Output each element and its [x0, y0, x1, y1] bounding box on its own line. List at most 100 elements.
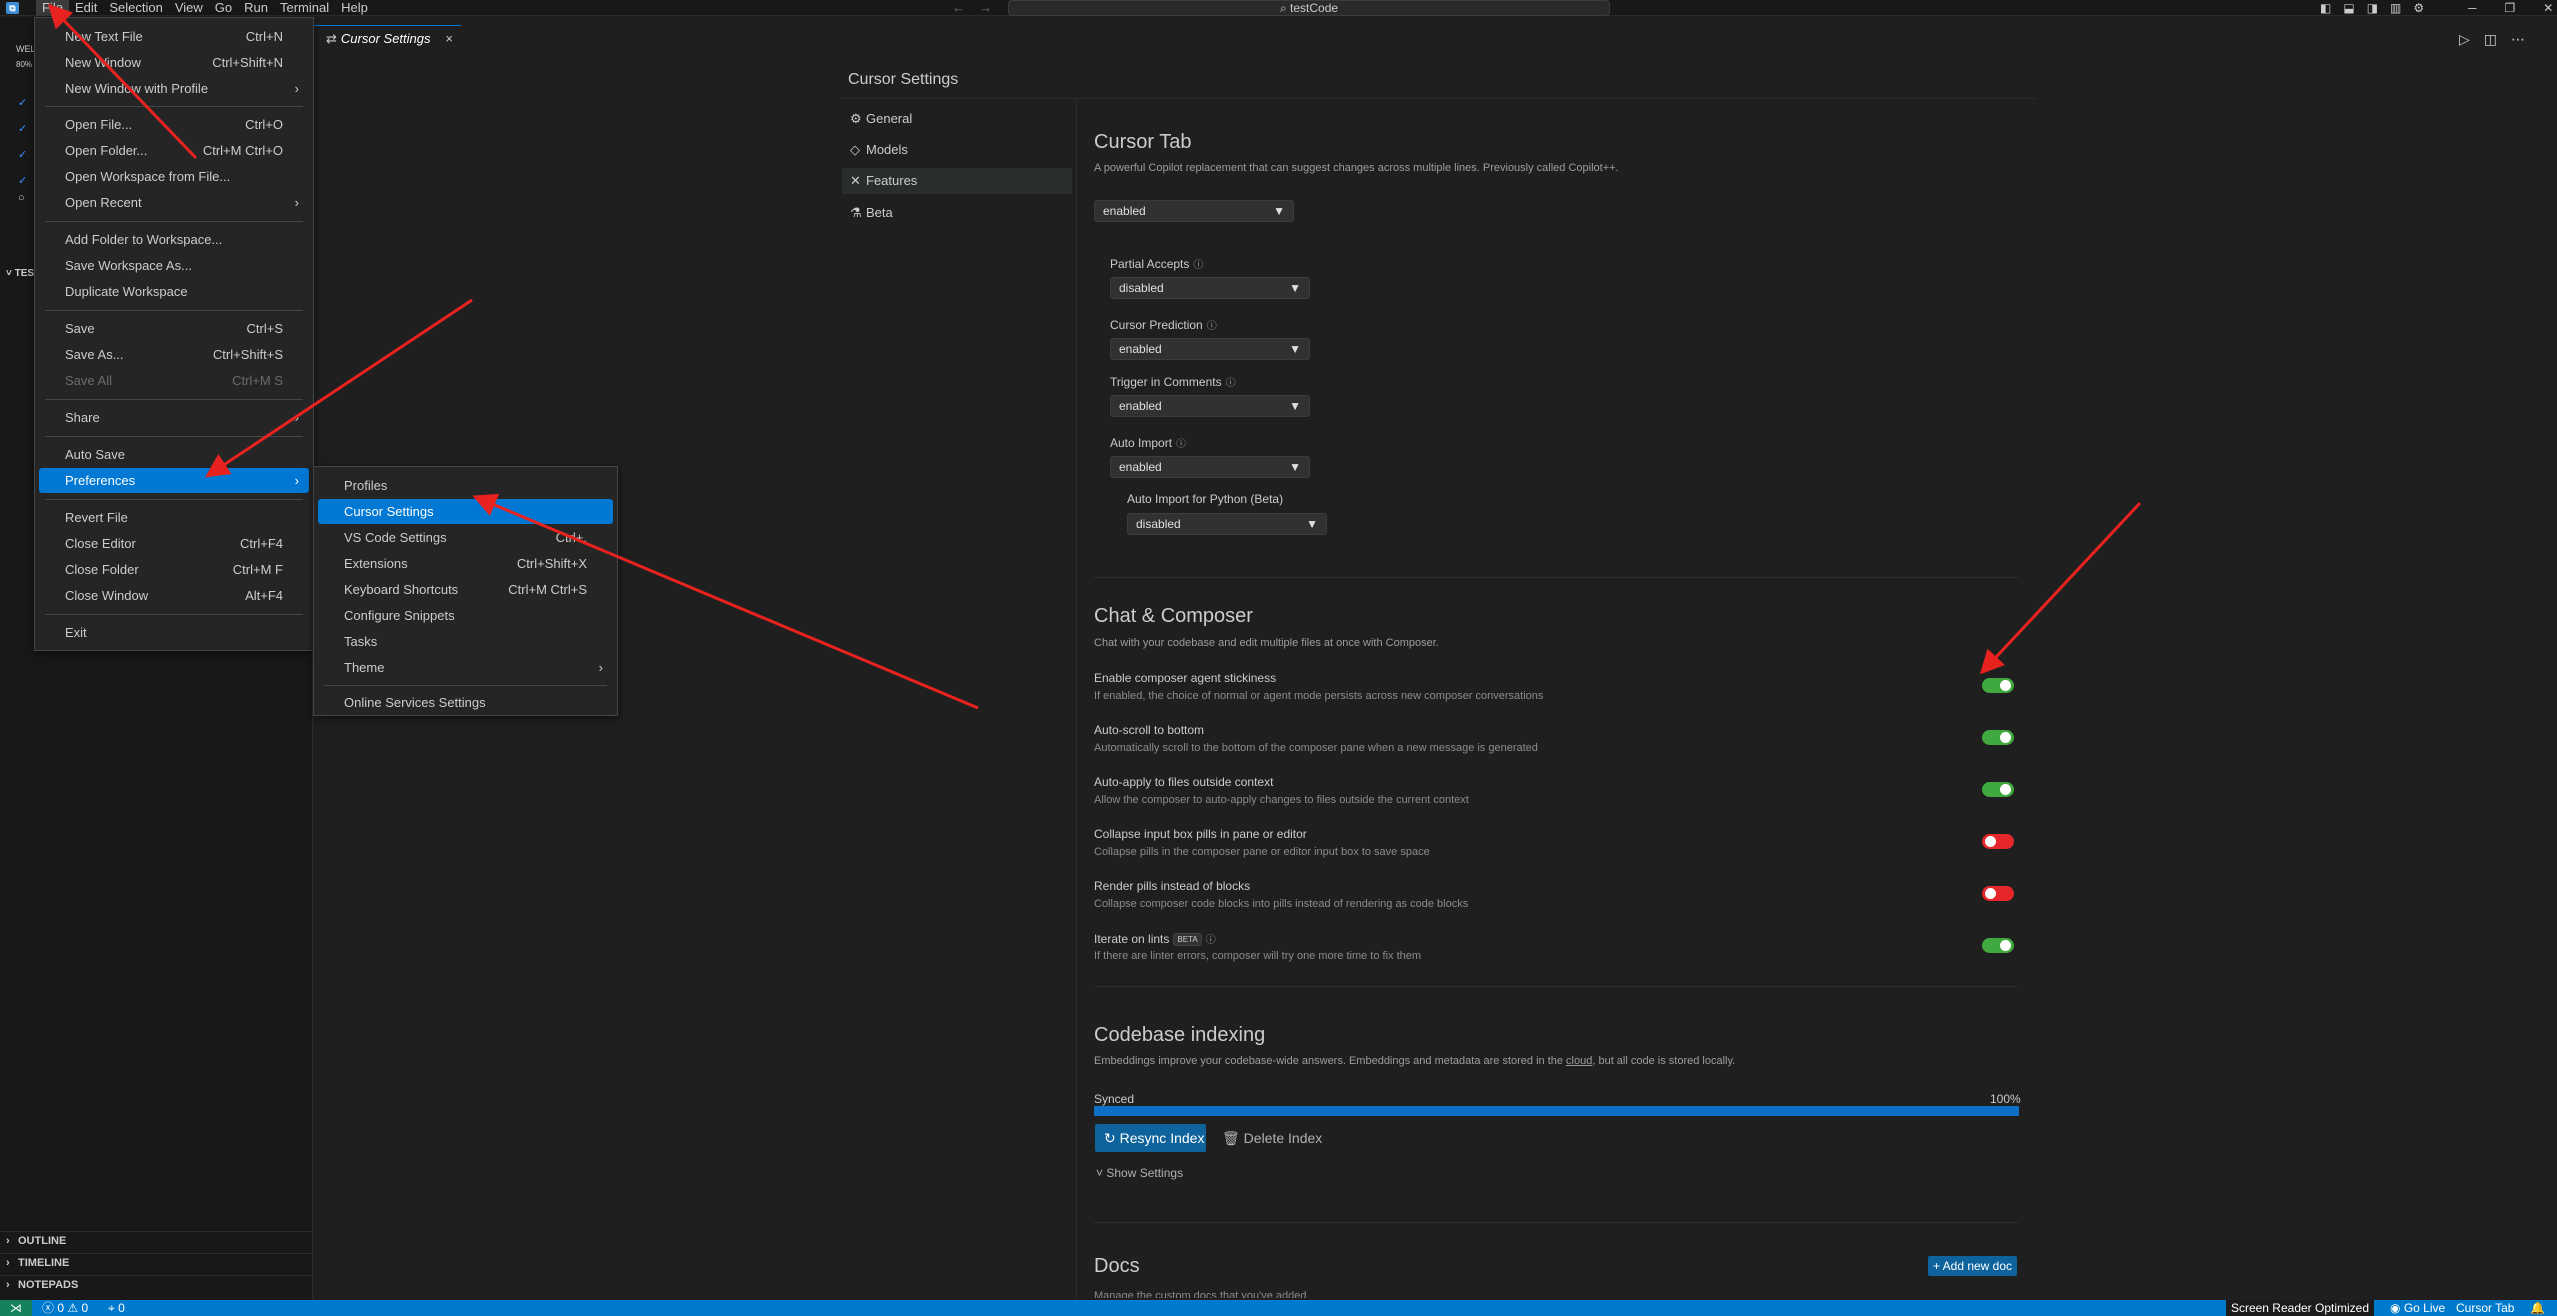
customize-layout-icon[interactable]: ▥	[2390, 0, 2401, 16]
menu-item-close-window[interactable]: Close Window Alt+F4	[39, 583, 309, 608]
option-title: Iterate on lints BETA ⓘ	[1094, 932, 1216, 947]
menu-item-save[interactable]: Save Ctrl+S	[39, 316, 309, 341]
info-icon[interactable]: ⓘ	[1193, 260, 1203, 271]
settings-nav-general[interactable]: ⚙ General	[842, 106, 1072, 132]
iterate-lints-toggle[interactable]	[1982, 938, 2014, 953]
menu-item-share[interactable]: Share ›	[39, 405, 309, 430]
screen-reader-status[interactable]: Screen Reader Optimized	[2226, 1300, 2374, 1316]
resync-index-button[interactable]: ↻ Resync Index	[1095, 1124, 1206, 1152]
toggle-secondary-sidebar-icon[interactable]: ◨	[2367, 0, 2378, 16]
outline-section[interactable]: › OUTLINE	[0, 1231, 313, 1250]
menu-edit[interactable]: Edit	[69, 0, 103, 16]
auto-import-python-select[interactable]: disabled ▼	[1127, 513, 1327, 535]
menu-item-open-file[interactable]: Open File... Ctrl+O	[39, 112, 309, 137]
toggle-sidebar-icon[interactable]: ◧	[2320, 0, 2331, 16]
cursor-tab-status[interactable]: Cursor Tab	[2456, 1300, 2514, 1316]
partial-accepts-select[interactable]: disabled ▼	[1110, 277, 1310, 299]
menu-item-theme[interactable]: Theme ›	[318, 655, 613, 680]
toggle-panel-icon[interactable]: ⬓	[2343, 0, 2354, 16]
cursor-prediction-select[interactable]: enabled ▼	[1110, 338, 1310, 360]
menu-item-auto-save[interactable]: Auto Save	[39, 442, 309, 467]
remote-icon[interactable]: ⋊	[0, 1300, 32, 1316]
chevron-right-icon: ›	[294, 81, 299, 96]
menu-item-save-as[interactable]: Save As... Ctrl+Shift+S	[39, 342, 309, 367]
settings-nav-beta[interactable]: ⚗ Beta	[842, 200, 1072, 226]
split-editor-icon[interactable]: ◫	[2484, 31, 2511, 47]
menu-item-preferences[interactable]: Preferences ›	[39, 468, 309, 493]
info-icon[interactable]: ⓘ	[1207, 321, 1217, 332]
forward-arrow-icon[interactable]: →	[979, 0, 1006, 15]
menu-item-revert-file[interactable]: Revert File	[39, 505, 309, 530]
auto-scroll-toggle[interactable]	[1982, 730, 2014, 745]
menu-item-open-workspace[interactable]: Open Workspace from File...	[39, 164, 309, 189]
collapse-pills-toggle[interactable]	[1982, 834, 2014, 849]
render-pills-toggle[interactable]	[1982, 886, 2014, 901]
minimize-icon[interactable]: ─	[2468, 0, 2477, 16]
back-arrow-icon[interactable]: ←	[952, 0, 979, 15]
menu-item-cursor-settings[interactable]: Cursor Settings	[318, 499, 613, 524]
bell-icon[interactable]: 🔔	[2530, 1300, 2545, 1316]
layout-controls: ◧ ⬓ ◨ ▥ ⚙	[2320, 0, 2424, 16]
menu-item-open-recent[interactable]: Open Recent ›	[39, 190, 309, 215]
menu-item-close-folder[interactable]: Close Folder Ctrl+M F	[39, 557, 309, 582]
auto-import-python-label: Auto Import for Python (Beta)	[1127, 492, 1284, 506]
menu-item-profiles[interactable]: Profiles	[318, 473, 613, 498]
cloud-link[interactable]: cloud	[1566, 1055, 1592, 1067]
menu-run[interactable]: Run	[238, 0, 274, 16]
info-icon[interactable]: ⓘ	[1206, 935, 1216, 946]
command-center-search[interactable]: ⌕ testCode	[1008, 0, 1610, 16]
ports-status[interactable]: ⌖ 0	[108, 1300, 125, 1316]
menu-item-new-window-profile[interactable]: New Window with Profile ›	[39, 76, 309, 101]
menu-item-duplicate-workspace[interactable]: Duplicate Workspace	[39, 279, 309, 304]
tab-cursor-settings[interactable]: ⇄ Cursor Settings ×	[314, 25, 461, 53]
vscode-logo-icon[interactable]: ⧉	[6, 2, 19, 14]
menu-item-new-text-file[interactable]: New Text File Ctrl+N	[39, 24, 309, 49]
go-live-status[interactable]: ◉ Go Live	[2390, 1300, 2445, 1316]
menu-item-extensions[interactable]: Extensions Ctrl+Shift+X	[318, 551, 613, 576]
nav-arrows: ←→	[952, 0, 1006, 16]
menu-item-exit[interactable]: Exit	[39, 620, 309, 645]
menu-item-online-services[interactable]: Online Services Settings	[318, 690, 613, 715]
menu-help[interactable]: Help	[335, 0, 374, 16]
info-icon[interactable]: ⓘ	[1226, 378, 1236, 389]
problems-status[interactable]: ⓧ 0 ⚠ 0	[42, 1300, 88, 1316]
settings-gear-icon[interactable]: ⚙	[2413, 0, 2424, 16]
close-window-icon[interactable]: ✕	[2543, 0, 2553, 16]
close-icon[interactable]: ×	[445, 26, 453, 52]
cursor-tab-select[interactable]: enabled ▼	[1094, 200, 1294, 222]
explorer-section-peek[interactable]: ˅ TES	[6, 268, 34, 279]
trigger-in-comments-select[interactable]: enabled ▼	[1110, 395, 1310, 417]
menu-item-close-editor[interactable]: Close Editor Ctrl+F4	[39, 531, 309, 556]
add-new-doc-button[interactable]: + Add new doc	[1928, 1256, 2017, 1276]
menu-item-add-folder[interactable]: Add Folder to Workspace...	[39, 227, 309, 252]
option-desc: If enabled, the choice of normal or agen…	[1094, 690, 1544, 702]
menu-selection[interactable]: Selection	[103, 0, 168, 16]
menu-item-new-window[interactable]: New Window Ctrl+Shift+N	[39, 50, 309, 75]
auto-apply-toggle[interactable]	[1982, 782, 2014, 797]
notepads-section[interactable]: › NOTEPADS	[0, 1275, 313, 1294]
menu-item-vscode-settings[interactable]: VS Code Settings Ctrl+,	[318, 525, 613, 550]
menu-item-configure-snippets[interactable]: Configure Snippets	[318, 603, 613, 628]
menu-item-open-folder[interactable]: Open Folder... Ctrl+M Ctrl+O	[39, 138, 309, 163]
auto-import-select[interactable]: enabled ▼	[1110, 456, 1310, 478]
delete-index-button[interactable]: 🗑 Delete Index	[1222, 1124, 1322, 1152]
run-icon[interactable]: ▷	[2459, 31, 2484, 47]
menu-item-keyboard-shortcuts[interactable]: Keyboard Shortcuts Ctrl+M Ctrl+S	[318, 577, 613, 602]
composer-stickiness-toggle[interactable]	[1982, 678, 2014, 693]
settings-nav-features[interactable]: ✕ Features	[842, 168, 1072, 194]
info-icon[interactable]: ⓘ	[1176, 439, 1186, 450]
chevron-right-icon: ›	[6, 1279, 10, 1291]
menu-item-save-workspace-as[interactable]: Save Workspace As...	[39, 253, 309, 278]
settings-nav-models[interactable]: ◇ Models	[842, 137, 1072, 163]
option-title: Enable composer agent stickiness	[1094, 671, 1277, 685]
menu-item-tasks[interactable]: Tasks	[318, 629, 613, 654]
restore-icon[interactable]: ❐	[2505, 0, 2516, 16]
menu-go[interactable]: Go	[209, 0, 238, 16]
show-settings-toggle[interactable]: ˅ Show Settings	[1096, 1166, 1183, 1180]
timeline-section[interactable]: › TIMELINE	[0, 1253, 313, 1272]
more-actions-icon[interactable]: ⋯	[2511, 31, 2539, 47]
menu-file[interactable]: File	[36, 0, 69, 16]
menu-terminal[interactable]: Terminal	[274, 0, 335, 16]
section-divider	[1094, 986, 2018, 987]
menu-view[interactable]: View	[169, 0, 209, 16]
